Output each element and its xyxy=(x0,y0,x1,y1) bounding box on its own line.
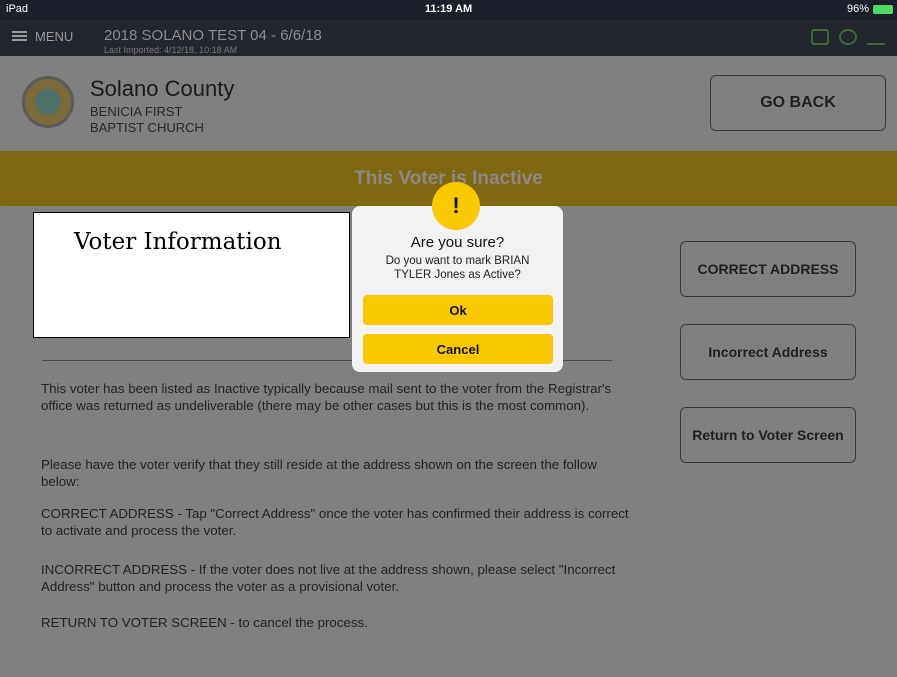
info-paragraph-2: Please have the voter verify that they s… xyxy=(41,457,597,489)
dialog-title: Are you sure? xyxy=(410,234,505,251)
return-to-voter-screen-button[interactable]: Return to Voter Screen xyxy=(680,407,856,463)
location-line-2: BAPTIST CHURCH xyxy=(90,120,204,135)
info-paragraph-1: This voter has been listed as Inactive t… xyxy=(41,381,612,413)
info-paragraph-5: RETURN TO VOTER SCREEN - to cancel the p… xyxy=(41,615,368,630)
go-back-button[interactable]: GO BACK xyxy=(710,75,886,131)
county-name: Solano County xyxy=(90,76,235,101)
cloud-icon[interactable] xyxy=(839,29,857,45)
menu-label: MENU xyxy=(35,29,74,44)
users-icon[interactable] xyxy=(867,29,885,45)
voter-information-box: Voter Information xyxy=(33,212,350,338)
election-title: 2018 SOLANO TEST 04 - 6/6/18 xyxy=(104,27,322,44)
cancel-button[interactable]: Cancel xyxy=(363,334,553,364)
last-imported: Last Imported: 4/12/18, 10:18 AM xyxy=(104,45,238,55)
incorrect-address-button[interactable]: Incorrect Address xyxy=(680,324,856,380)
correct-address-button[interactable]: CORRECT ADDRESS xyxy=(680,241,856,297)
dialog-message: Do you want to mark BRIAN TYLER Jones as… xyxy=(385,255,530,281)
app-bar: MENU 2018 SOLANO TEST 04 - 6/6/18 Last I… xyxy=(0,20,897,56)
printer-icon[interactable] xyxy=(811,29,829,45)
warning-icon: ! xyxy=(432,182,480,230)
info-paragraph-4: INCORRECT ADDRESS - If the voter does no… xyxy=(41,562,616,594)
ok-button[interactable]: Ok xyxy=(363,295,553,325)
battery-percent: 96% xyxy=(846,3,869,15)
county-seal-icon xyxy=(22,76,74,128)
menu-button[interactable]: MENU xyxy=(12,29,73,44)
status-bar: iPad 11:19 AM 96% xyxy=(0,0,897,20)
info-paragraph-3: CORRECT ADDRESS - Tap "Correct Address" … xyxy=(41,506,629,538)
hamburger-icon xyxy=(12,31,27,42)
battery-icon xyxy=(873,5,893,14)
voter-information-label: Voter Information xyxy=(74,229,282,255)
location-line-1: BENICIA FIRST xyxy=(90,104,183,119)
clock: 11:19 AM xyxy=(424,3,473,15)
